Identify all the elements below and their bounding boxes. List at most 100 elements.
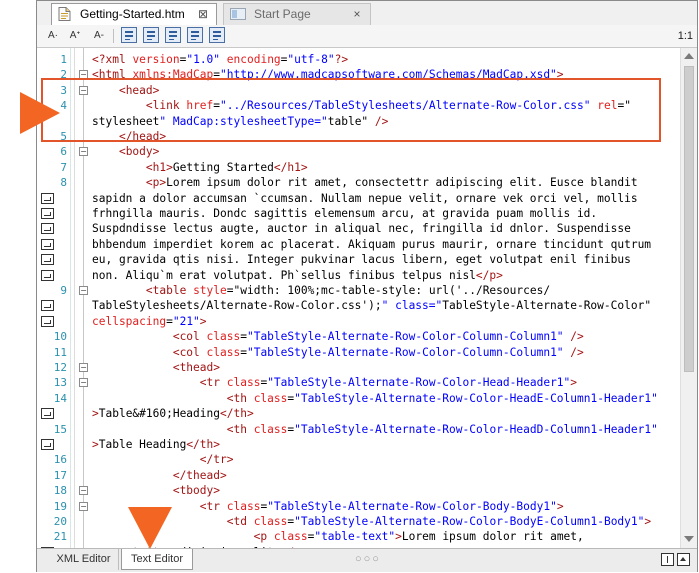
code-text: <h1>Getting Started</h1> xyxy=(145,160,308,174)
start-page-icon xyxy=(230,8,246,20)
code-line[interactable]: 11 <col class="TableStyle-Alternate-Row-… xyxy=(37,345,680,360)
toggle-line-numbers-icon[interactable] xyxy=(121,27,137,43)
code-text: bhbendum imperdiet korem ac placerat. Ak… xyxy=(92,237,652,251)
code-text: <table style="width: 100%;mc-table-style… xyxy=(145,284,551,297)
line-number: 7 xyxy=(60,160,67,174)
code-text: <th class="TableStyle-Alternate-Row-Colo… xyxy=(226,422,658,436)
word-wrap-icon xyxy=(41,238,54,250)
word-wrap-icon xyxy=(41,439,54,450)
code-line[interactable]: TableStylesheets/Alternate-Row-Color.css… xyxy=(37,298,680,313)
toggle-outlining-icon[interactable] xyxy=(143,27,159,43)
code-text: TableStylesheets/Alternate-Row-Color.css… xyxy=(92,299,652,313)
code-text: <p>Lorem ipsum dolor rit amet, consectet… xyxy=(145,176,638,190)
editor-mode-bar: XML Editor Text Editor ○○○ xyxy=(37,548,697,572)
code-line[interactable]: Suspdndisse lectus augte, auctor in aliq… xyxy=(37,221,680,236)
fold-toggle-icon[interactable]: − xyxy=(79,486,88,496)
line-number: 21 xyxy=(53,530,67,544)
maximize-view-icon[interactable] xyxy=(677,553,690,566)
code-line[interactable]: >Table Heading</th> xyxy=(37,437,680,452)
line-number: 20 xyxy=(53,515,67,528)
tab-start-page[interactable]: Start Page × xyxy=(223,3,371,25)
zoom-ratio: 1:1 xyxy=(677,30,693,42)
word-wrap-icon xyxy=(41,269,54,281)
close-tab-icon[interactable]: ⊠ xyxy=(196,4,210,24)
code-text: <?xml version="1.0" encoding="utf-8"?> xyxy=(92,53,349,66)
word-wrap-icon xyxy=(41,208,54,219)
word-wrap-icon xyxy=(41,223,54,235)
code-line[interactable]: frhngilla mauris. Dondc sagittis elemens… xyxy=(37,206,680,221)
code-line[interactable]: 10 <col class="TableStyle-Alternate-Row-… xyxy=(37,329,680,344)
code-text: </thead> xyxy=(172,468,227,482)
toggle-syntax-icon[interactable] xyxy=(209,27,225,43)
tab-text-editor[interactable]: Text Editor xyxy=(121,549,193,570)
tab-label: Getting-Started.htm xyxy=(80,7,185,21)
split-view-icon[interactable] xyxy=(661,553,674,566)
fold-toggle-icon[interactable]: − xyxy=(79,286,88,295)
vertical-scrollbar[interactable] xyxy=(680,48,697,548)
code-text: <tr class="TableStyle-Alternate-Row-Colo… xyxy=(199,376,578,390)
scrollbar-thumb[interactable] xyxy=(684,66,694,372)
code-text: non. Aliqu`m erat volutpat. Ph`sellus fi… xyxy=(92,268,503,282)
code-line[interactable]: 9 − <table style="width: 100%;mc-table-st… xyxy=(37,283,680,298)
fold-toggle-icon[interactable]: − xyxy=(79,501,88,511)
code-line[interactable]: sapidn a dolor accumsan `ccumsan. Nullam… xyxy=(37,191,680,206)
code-line[interactable]: non. Aliqu`m erat volutpat. Ph`sellus fi… xyxy=(37,268,680,283)
callout-arrow-down-icon xyxy=(128,507,172,549)
word-wrap-icon xyxy=(41,254,54,266)
line-number: 16 xyxy=(53,453,67,467)
code-text: <td class="TableStyle-Alternate-Row-Colo… xyxy=(226,515,652,528)
line-number: 9 xyxy=(60,284,67,297)
editor-toolbar: A· Aᐩ A- 1:1 xyxy=(37,25,697,48)
code-line[interactable]: 14 <th class="TableStyle-Alternate-Row-C… xyxy=(37,391,680,406)
resize-grip-icon[interactable]: ○○○ xyxy=(355,553,381,565)
code-line[interactable]: 12 − <thead> xyxy=(37,360,680,375)
code-text: sapidn a dolor accumsan `ccumsan. Nullam… xyxy=(92,191,638,205)
scroll-up-arrow-icon[interactable] xyxy=(684,53,694,59)
code-line[interactable]: >Table&#160;Heading</th> xyxy=(37,406,680,421)
tab-label: Start Page xyxy=(254,7,311,21)
line-number: 10 xyxy=(53,330,67,344)
code-text: eu, gravida qtis nisi. Integer pukvinar … xyxy=(92,253,631,267)
code-line[interactable]: bhbendum imperdiet korem ac placerat. Ak… xyxy=(37,237,680,252)
fold-toggle-icon[interactable]: − xyxy=(79,147,88,157)
toggle-word-wrap-icon[interactable] xyxy=(165,27,181,43)
tab-xml-editor[interactable]: XML Editor xyxy=(49,549,119,570)
word-wrap-icon xyxy=(41,315,54,327)
code-text: <col class="TableStyle-Alternate-Row-Col… xyxy=(172,345,584,359)
word-wrap-icon xyxy=(41,192,54,204)
code-line[interactable]: cellspacing="21"> xyxy=(37,314,680,329)
code-line[interactable]: 16 </tr> xyxy=(37,452,680,467)
tab-getting-started[interactable]: Getting-Started.htm ⊠ xyxy=(51,3,217,25)
highlight-box xyxy=(41,78,661,142)
code-line[interactable]: 6 − <body> xyxy=(37,144,680,159)
fold-toggle-icon[interactable]: − xyxy=(79,363,88,372)
code-line[interactable]: 7 <h1>Getting Started</h1> xyxy=(37,160,680,175)
font-size-button[interactable]: A· xyxy=(45,27,61,44)
code-line[interactable]: 18 − <tbody> xyxy=(37,483,680,498)
line-number: 13 xyxy=(53,376,67,390)
code-text: <thead> xyxy=(172,361,220,374)
line-number: 18 xyxy=(53,484,67,498)
line-number: 1 xyxy=(60,53,67,66)
increase-font-button[interactable]: Aᐩ xyxy=(67,27,83,44)
line-number: 6 xyxy=(60,145,67,159)
line-number: 17 xyxy=(53,468,67,482)
toggle-whitespace-icon[interactable] xyxy=(187,27,203,43)
decrease-font-button[interactable]: A- xyxy=(91,27,107,44)
code-text: <th class="TableStyle-Alternate-Row-Colo… xyxy=(226,391,658,405)
code-line[interactable]: 17 </thead> xyxy=(37,468,680,483)
scroll-down-arrow-icon[interactable] xyxy=(684,536,694,542)
close-tab-icon[interactable]: × xyxy=(350,4,364,24)
callout-arrow-right-icon xyxy=(20,92,60,134)
code-line[interactable]: 15 <th class="TableStyle-Alternate-Row-C… xyxy=(37,422,680,437)
code-line[interactable]: eu, gravida qtis nisi. Integer pukvinar … xyxy=(37,252,680,267)
word-wrap-icon xyxy=(41,408,54,420)
code-line[interactable]: 1 <?xml version="1.0" encoding="utf-8"?> xyxy=(37,52,680,67)
code-text: <tbody> xyxy=(172,484,220,498)
code-text: <body> xyxy=(118,145,160,159)
code-text: >Table Heading</th> xyxy=(92,438,221,451)
word-wrap-icon xyxy=(41,300,54,312)
code-line[interactable]: 13 − <tr class="TableStyle-Alternate-Row-… xyxy=(37,375,680,390)
code-line[interactable]: 8 <p>Lorem ipsum dolor rit amet, consect… xyxy=(37,175,680,190)
fold-toggle-icon[interactable]: − xyxy=(79,378,88,388)
